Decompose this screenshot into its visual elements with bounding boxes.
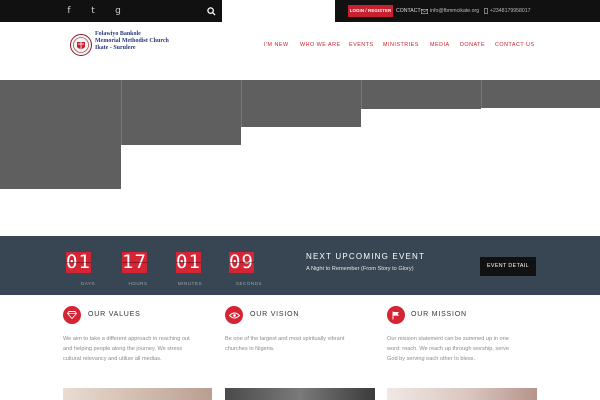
slider-tile — [0, 80, 121, 189]
slider-tile — [481, 80, 600, 108]
nav-media[interactable]: MEDIA — [430, 40, 450, 50]
countdown-label-minutes: MINUTES — [177, 281, 203, 286]
envelope-icon — [421, 8, 428, 14]
top-bar: f t g LOGIN / REGISTER CONTACT info@fbmm… — [0, 0, 600, 22]
nav-donate[interactable]: DONATE — [460, 40, 485, 50]
top-bar-left: f t g — [0, 0, 222, 22]
gallery-thumbnail[interactable] — [63, 388, 212, 400]
feature-title-values: OUR VALUES — [88, 311, 141, 318]
email-link[interactable]: info@fbmmcikate.org — [421, 0, 479, 22]
phone-link[interactable]: +2348179958017 — [484, 0, 531, 22]
email-text: info@fbmmcikate.org — [430, 8, 480, 14]
countdown-label-seconds: SECONDS — [235, 281, 263, 286]
countdown-label-days: DAYS — [80, 281, 96, 286]
church-logo[interactable]: Folawiyo Bankole Memorial Methodist Chur… — [70, 31, 200, 63]
feature-text-mission: Our mission statement can be summed up i… — [387, 336, 510, 362]
countdown-minutes: 01 — [176, 251, 201, 273]
slider-tile — [361, 80, 481, 109]
slider-tile — [241, 80, 361, 127]
countdown-label-hours: HOURS — [128, 281, 148, 286]
nav-im-new[interactable]: I'M NEW — [264, 40, 289, 50]
gallery-thumbnail[interactable] — [225, 388, 375, 400]
nav-contact-us[interactable]: CONTACT US — [495, 40, 535, 50]
nav-who-we-are[interactable]: WHO WE ARE — [300, 40, 341, 50]
phone-icon — [484, 8, 488, 14]
login-register-button[interactable]: LOGIN / REGISTER — [348, 5, 393, 17]
slider-tile — [121, 80, 241, 145]
gallery-thumbnail[interactable] — [387, 388, 537, 400]
feature-text-values: We aim to take a different approach in r… — [63, 336, 190, 362]
feature-title-vision: OUR VISION — [250, 311, 300, 318]
phone-text: +2348179958017 — [490, 8, 531, 14]
countdown-hours: 17 — [122, 251, 147, 273]
facebook-icon[interactable]: f — [57, 0, 81, 22]
site-header: Folawiyo Bankole Memorial Methodist Chur… — [0, 22, 600, 80]
diamond-icon — [63, 306, 81, 324]
feature-title-mission: OUR MISSION — [411, 311, 467, 318]
eye-icon — [225, 306, 243, 324]
google-plus-icon[interactable]: g — [106, 0, 130, 22]
church-seal-icon — [70, 34, 92, 56]
flag-icon — [387, 306, 405, 324]
countdown-seconds: 09 — [229, 251, 254, 273]
feature-text-vision: Be one of the largest and most spiritual… — [225, 336, 345, 352]
twitter-icon[interactable]: t — [81, 0, 105, 22]
logo-text: Folawiyo Bankole Memorial Methodist Chur… — [95, 31, 169, 51]
countdown-days: 01 — [66, 251, 91, 273]
nav-events[interactable]: EVENTS — [349, 40, 374, 50]
nav-ministries[interactable]: MINISTRIES — [383, 40, 419, 50]
search-icon[interactable] — [200, 0, 222, 22]
next-event-title: A Night to Remember (From Story to Glory… — [306, 266, 414, 272]
contact-link[interactable]: CONTACT — [396, 0, 421, 22]
next-event-heading: NEXT UPCOMING EVENT — [306, 252, 426, 261]
hero-slider[interactable] — [0, 80, 600, 236]
event-detail-button[interactable]: EVENT DETAIL — [480, 257, 536, 276]
